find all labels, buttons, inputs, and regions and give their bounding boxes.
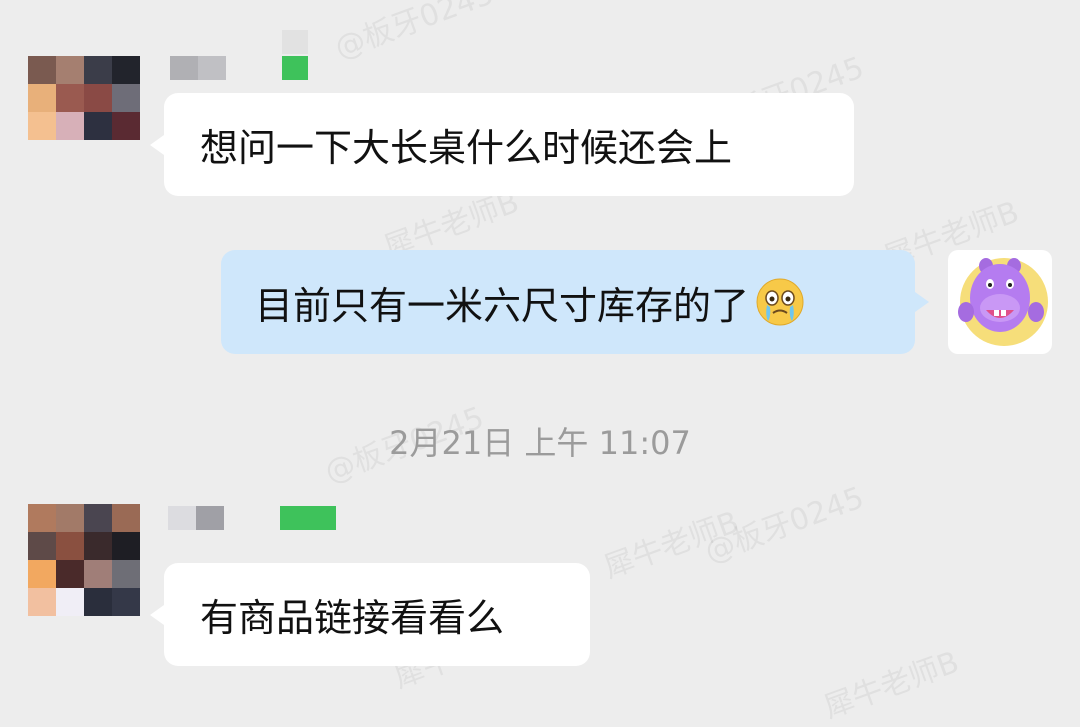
message-bubble[interactable]: 想问一下大长桌什么时候还会上 xyxy=(150,93,854,196)
sender-name-tag xyxy=(280,506,336,530)
sender-avatar[interactable] xyxy=(28,56,140,140)
sender-avatar[interactable] xyxy=(28,504,140,588)
message-bubble[interactable]: 目前只有一米六尺寸库存的了 xyxy=(221,250,929,354)
purple-hippo-mascot-icon xyxy=(958,258,1048,346)
message-text: 有商品链接看看么 xyxy=(200,596,505,640)
sender-name-mosaic xyxy=(168,506,224,530)
sender-avatar-row xyxy=(28,588,140,616)
timestamp: 2月21日 上午 11:07 xyxy=(389,424,691,462)
message-text: 想问一下大长桌什么时候还会上 xyxy=(200,126,733,170)
self-avatar[interactable] xyxy=(948,250,1052,354)
watermark: 犀牛老师B xyxy=(599,504,744,586)
message-text: 目前只有一米六尺寸库存的了 xyxy=(255,283,750,328)
watermark: 犀牛老师B xyxy=(819,644,964,726)
sender-name-tag xyxy=(282,56,308,80)
crying-face-icon xyxy=(756,278,804,326)
watermark: @板牙0245 xyxy=(700,480,869,571)
sender-name-mosaic xyxy=(170,56,226,80)
sender-name-mosaic xyxy=(282,30,308,54)
message-bubble[interactable]: 有商品链接看看么 xyxy=(150,563,590,666)
watermark: @板牙0245 xyxy=(330,0,499,67)
